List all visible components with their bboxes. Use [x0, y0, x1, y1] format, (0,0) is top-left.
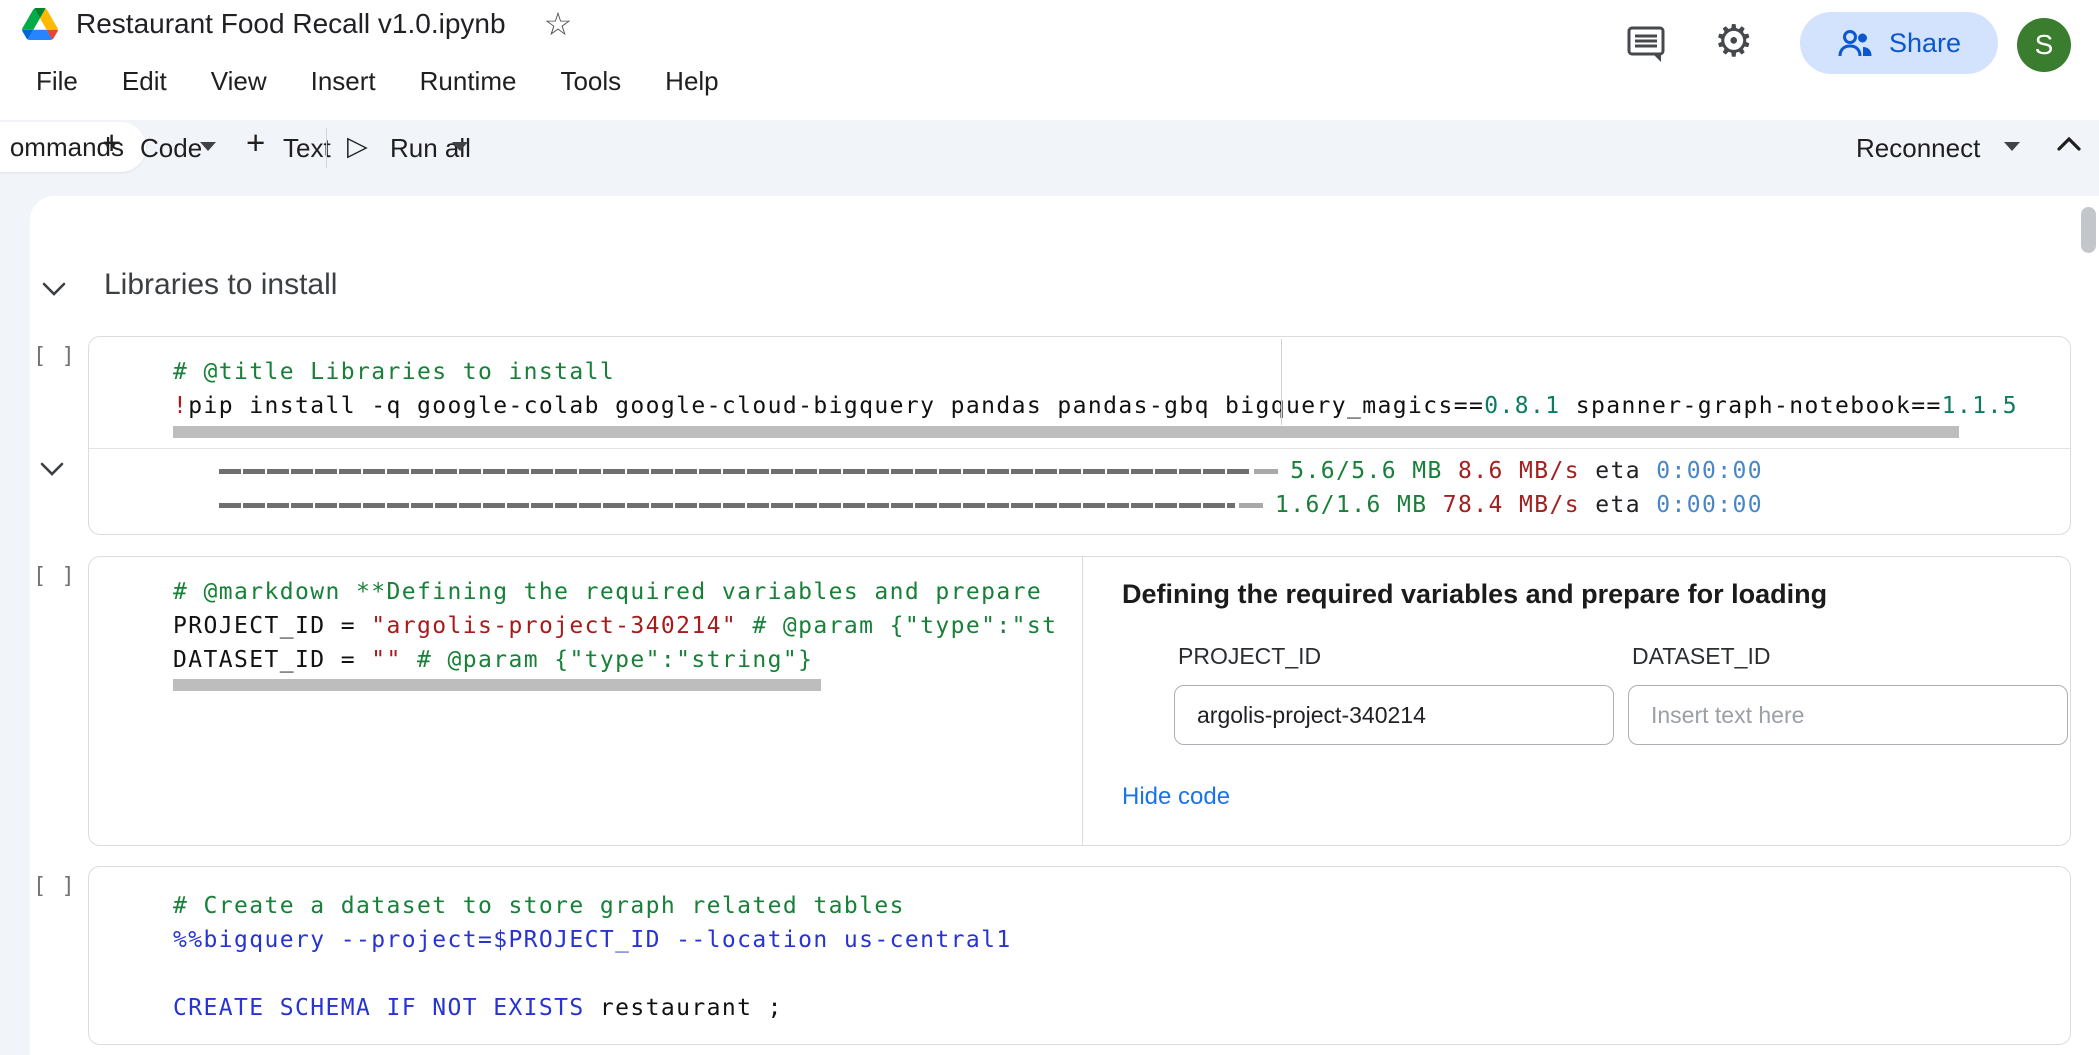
share-button[interactable]: Share [1800, 12, 1998, 74]
menu-help[interactable]: Help [643, 62, 740, 101]
reconnect-dropdown-icon[interactable] [2004, 142, 2020, 151]
account-avatar[interactable]: S [2017, 18, 2071, 72]
eta-value: 0:00:00 [1656, 492, 1763, 518]
pip-progress-row: 5.6/5.6 MB 8.6 MB/s eta 0:00:00 [219, 454, 1763, 488]
download-speed: 78.4 MB/s [1443, 492, 1580, 518]
comments-icon[interactable] [1625, 24, 1667, 64]
hide-code-link[interactable]: Hide code [1122, 783, 1230, 811]
colab-window: Restaurant Food Recall v1.0.ipynb ☆ ⚙ Sh… [0, 0, 2099, 1055]
menu-file[interactable]: File [14, 62, 100, 101]
code-editor[interactable]: # @markdown **Defining the required vari… [89, 557, 1082, 845]
dataset-id-label: DATASET_ID [1632, 643, 1770, 670]
settings-gear-icon[interactable]: ⚙ [1714, 16, 1753, 67]
code-line: # @title Libraries to install [173, 355, 615, 389]
output-collapse-chevron-icon[interactable] [40, 462, 64, 476]
progress-bar-tail [1254, 469, 1278, 474]
code-line: # Create a dataset to store graph relate… [173, 889, 905, 923]
project-id-input[interactable] [1174, 685, 1614, 745]
text-cursor [1281, 339, 1282, 425]
toolbar-divider [326, 128, 327, 168]
code-editor[interactable]: # @title Libraries to install !pip insta… [89, 337, 2070, 449]
project-id-label: PROJECT_ID [1178, 643, 1321, 670]
code-line: DATASET_ID = "" # @param {"type":"string… [173, 643, 813, 677]
run-cell-button[interactable]: [ ] [33, 344, 76, 369]
plus-icon: + [246, 128, 265, 158]
pip-progress-row: 1.6/1.6 MB 78.4 MB/s eta 0:00:00 [219, 488, 1763, 522]
code-cell-pip-install[interactable]: # @title Libraries to install !pip insta… [88, 336, 2071, 535]
notebook-title[interactable]: Restaurant Food Recall v1.0.ipynb [76, 8, 506, 40]
add-code-dropdown-icon[interactable] [200, 142, 216, 151]
code-horizontal-scrollbar[interactable] [173, 426, 1959, 438]
run-cell-button[interactable]: [ ] [33, 874, 76, 899]
drive-logo-icon [22, 8, 58, 40]
download-size: 5.6/5.6 MB [1290, 458, 1442, 484]
download-size: 1.6/1.6 MB [1275, 492, 1427, 518]
code-line: !pip install -q google-colab google-clou… [173, 389, 2018, 423]
menu-runtime[interactable]: Runtime [398, 62, 539, 101]
notebook-toolbar: ommands + Code + Text ▷ Run all Reconnec… [0, 120, 2099, 175]
code-cell-create-schema[interactable]: # Create a dataset to store graph relate… [88, 866, 2071, 1045]
eta-label: eta [1595, 458, 1641, 484]
code-horizontal-scrollbar[interactable] [173, 679, 821, 691]
people-icon [1837, 28, 1875, 58]
menu-bar: File Edit View Insert Runtime Tools Help [14, 62, 741, 101]
menu-view[interactable]: View [189, 62, 289, 101]
menu-tools[interactable]: Tools [538, 62, 643, 101]
section-collapse-chevron-icon[interactable] [42, 282, 66, 296]
code-editor[interactable]: # Create a dataset to store graph relate… [89, 867, 2070, 1044]
menu-edit[interactable]: Edit [100, 62, 189, 101]
form-heading: Defining the required variables and prep… [1122, 579, 1827, 610]
progress-bar [219, 503, 1235, 508]
dataset-id-input[interactable] [1628, 685, 2068, 745]
progress-bar-tail [1239, 503, 1263, 508]
code-line: CREATE SCHEMA IF NOT EXISTS restaurant ; [173, 991, 783, 1025]
reconnect-button[interactable]: Reconnect [1856, 133, 1980, 164]
download-speed: 8.6 MB/s [1458, 458, 1580, 484]
collapse-toolbar-icon[interactable] [2056, 136, 2082, 152]
title-row: Restaurant Food Recall v1.0.ipynb ☆ [22, 8, 572, 40]
commands-button[interactable]: ommands [0, 122, 146, 172]
eta-label: eta [1595, 492, 1641, 518]
code-line: PROJECT_ID = "argolis-project-340214" # … [173, 609, 1057, 643]
code-line: # @markdown **Defining the required vari… [173, 575, 1042, 609]
code-line: %%bigquery --project=$PROJECT_ID --locat… [173, 923, 1012, 957]
avatar-letter: S [2035, 29, 2054, 61]
run-all-dropdown-icon[interactable] [452, 142, 468, 151]
add-code-button[interactable]: Code [140, 133, 202, 164]
section-title[interactable]: Libraries to install [104, 268, 337, 302]
eta-value: 0:00:00 [1656, 458, 1763, 484]
star-icon[interactable]: ☆ [544, 8, 573, 40]
vertical-scrollbar-thumb[interactable] [2081, 207, 2096, 253]
plus-icon: + [102, 128, 121, 158]
form-cell-variables[interactable]: # @markdown **Defining the required vari… [88, 556, 2071, 846]
progress-bar [219, 469, 1250, 474]
form-panel: Defining the required variables and prep… [1083, 557, 2070, 845]
share-label: Share [1889, 28, 1961, 59]
run-cell-button[interactable]: [ ] [33, 564, 76, 589]
run-all-play-icon[interactable]: ▷ [347, 131, 368, 162]
menu-insert[interactable]: Insert [289, 62, 398, 101]
header: Restaurant Food Recall v1.0.ipynb ☆ ⚙ Sh… [0, 0, 2099, 120]
add-text-button[interactable]: Text [283, 133, 331, 164]
